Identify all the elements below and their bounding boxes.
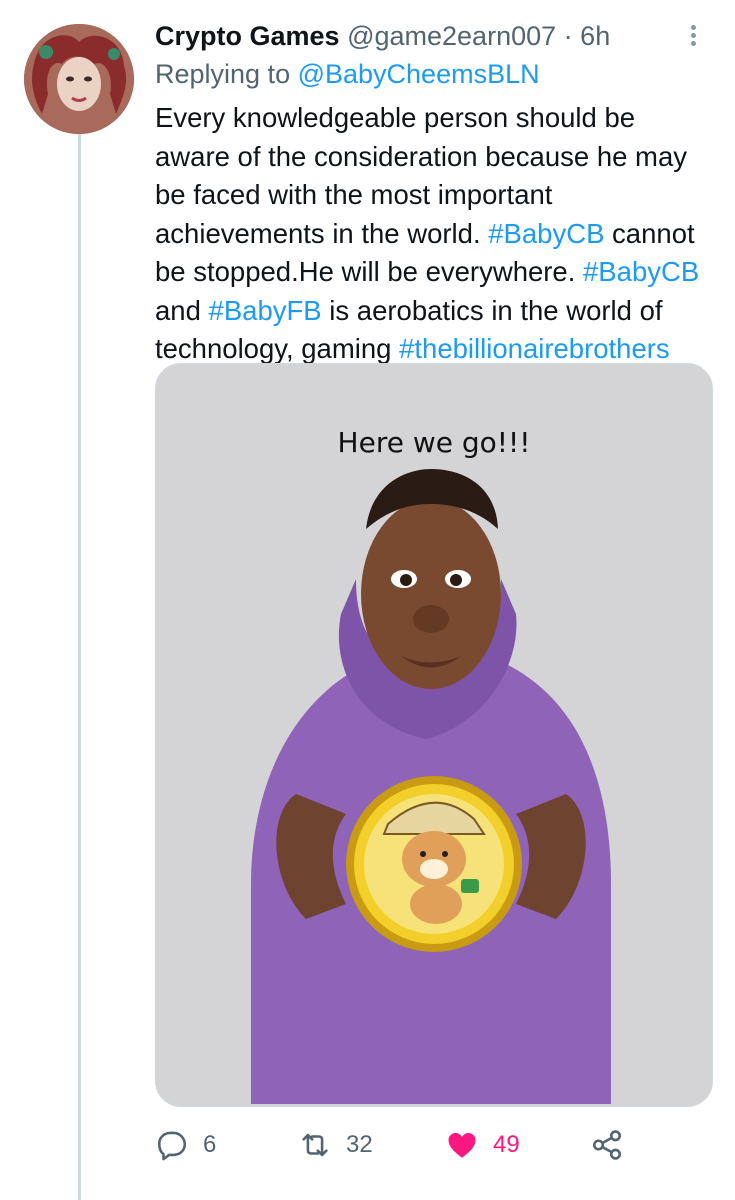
share-icon <box>592 1130 622 1160</box>
thread-line <box>78 134 81 1200</box>
hashtag-link[interactable]: #BabyFB <box>209 295 322 326</box>
hashtag-link[interactable]: #thebillionairebrothers <box>399 333 670 364</box>
like-button[interactable]: 49 <box>445 1120 520 1170</box>
tweet-text-segment: technology, gaming <box>155 333 400 364</box>
heart-icon <box>448 1132 476 1158</box>
reply-icon <box>157 1131 187 1161</box>
like-count: 49 <box>493 1131 520 1158</box>
retweet-count: 32 <box>346 1131 373 1158</box>
tweet-text-segment: aware of the consideration because he ma… <box>155 140 687 172</box>
tweet-text-segment: be faced with the most important <box>155 179 553 210</box>
tweet-text-line: Every knowledgeable person should be <box>155 99 715 138</box>
media-illustration <box>251 469 611 1104</box>
author-handle[interactable]: @game2earn007 <box>347 21 556 51</box>
more-options-icon[interactable] <box>686 22 700 52</box>
tweet-text-segment: and <box>155 294 209 326</box>
tweet-text-segment: Every knowledgeable person should be <box>155 102 636 133</box>
replying-prefix: Replying to <box>155 59 298 89</box>
retweet-button[interactable]: 32 <box>298 1120 373 1170</box>
tweet-text-line: achievements in the world. #BabyCB canno… <box>155 215 715 254</box>
tweet-text-line: aware of the consideration because he ma… <box>155 138 715 177</box>
tweet-text-segment: achievements in the world. <box>155 217 489 249</box>
hashtag-link[interactable]: #BabyCB <box>583 256 699 287</box>
reply-button[interactable]: 6 <box>155 1120 216 1170</box>
tweet-header: Crypto Games @game2earn007 · 6h <box>155 18 610 54</box>
replying-to: Replying to @BabyCheemsBLN <box>155 56 540 92</box>
retweet-icon <box>302 1133 328 1157</box>
tweet-text-segment: be stopped.He will be everywhere. <box>155 256 584 287</box>
tweet-text-segment: is aerobatics in the world of <box>321 294 663 326</box>
tweet-text-segment: cannot <box>604 217 695 249</box>
tweet-time[interactable]: 6h <box>580 21 610 51</box>
tweet-text-line: be stopped.He will be everywhere. #BabyC… <box>155 253 715 292</box>
author-name[interactable]: Crypto Games <box>155 21 340 51</box>
tweet-text-line: be faced with the most important <box>155 176 715 215</box>
tweet-media-image[interactable]: Here we go!!! <box>155 363 713 1107</box>
share-button[interactable] <box>590 1120 624 1170</box>
reply-count: 6 <box>203 1131 217 1158</box>
tweet-text-line: and #BabyFB is aerobatics in the world o… <box>155 292 715 331</box>
tweet-text: Every knowledgeable person should be awar… <box>155 99 715 369</box>
avatar-portrait <box>24 24 134 134</box>
separator-dot: · <box>563 21 573 51</box>
avatar[interactable] <box>24 24 134 134</box>
replying-to-mention[interactable]: @BabyCheemsBLN <box>298 59 540 89</box>
hashtag-link[interactable]: #BabyCB <box>488 218 604 249</box>
tweet-actions: 6 32 49 <box>155 1120 715 1170</box>
